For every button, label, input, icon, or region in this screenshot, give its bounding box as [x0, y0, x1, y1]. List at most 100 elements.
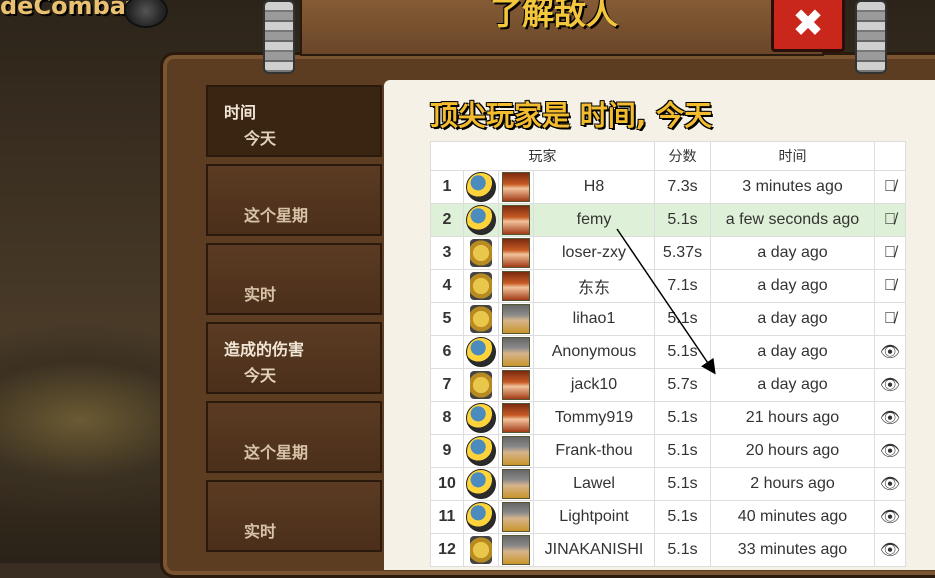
hero-red-avatar: [502, 238, 530, 268]
eye-icon[interactable]: 👁: [880, 410, 900, 427]
player-name[interactable]: loser-zxy: [533, 236, 655, 270]
close-button[interactable]: ✖: [771, 0, 845, 52]
hero-red-avatar: [502, 370, 530, 400]
time-cell: a few seconds ago: [710, 203, 875, 237]
sidebar-period-label: 实时: [244, 522, 277, 541]
javascript-icon: [470, 272, 492, 300]
column-header-score: 分数: [654, 141, 711, 171]
leaderboard-sidebar: 时间 今天 这个星期 实时 造成的伤害 今天 这个星期 实时: [206, 85, 382, 559]
rank-cell: 3: [430, 236, 464, 270]
hero-grey-avatar: [502, 304, 530, 334]
rank-cell: 5: [430, 302, 464, 336]
sidebar-item-damage-latest[interactable]: 实时: [206, 480, 382, 552]
score-cell: 5.1s: [654, 401, 711, 435]
rank-cell: 6: [430, 335, 464, 369]
sidebar-period-label: 今天: [244, 129, 277, 148]
player-name[interactable]: H8: [533, 170, 655, 204]
hero-red-avatar: [502, 403, 530, 433]
score-cell: 5.1s: [654, 500, 711, 534]
eye-slash-icon[interactable]: 👁̸: [884, 277, 896, 294]
hero-red-avatar: [502, 271, 530, 301]
score-cell: 5.1s: [654, 434, 711, 468]
table-row[interactable]: 1 H8 7.3s 3 minutes ago 👁̸: [430, 170, 906, 204]
score-cell: 5.1s: [654, 335, 711, 369]
player-name[interactable]: Anonymous: [533, 335, 655, 369]
table-row[interactable]: 8 Tommy919 5.1s 21 hours ago 👁: [430, 401, 906, 435]
leaderboard-table: 玩家 分数 时间 1 H8 7.3s 3 minutes ago 👁̸ 2 femy 5.1s…: [430, 141, 906, 567]
score-cell: 7.1s: [654, 269, 711, 303]
sidebar-item-time-week[interactable]: 这个星期: [206, 164, 382, 236]
sidebar-period-label: 实时: [244, 285, 277, 304]
eye-icon[interactable]: 👁: [880, 476, 900, 493]
table-row[interactable]: 6 Anonymous 5.1s a day ago 👁: [430, 335, 906, 369]
eye-icon[interactable]: 👁: [880, 443, 900, 460]
sidebar-period-label: 这个星期: [244, 443, 309, 462]
column-header-player: 玩家: [430, 141, 655, 171]
table-row[interactable]: 12 JINAKANISHI 5.1s 33 minutes ago 👁: [430, 533, 906, 567]
player-name[interactable]: Lightpoint: [533, 500, 655, 534]
chain-right-icon: [855, 0, 887, 74]
score-cell: 5.1s: [654, 203, 711, 237]
sidebar-category-label: 造成的伤害: [224, 340, 305, 359]
eye-icon[interactable]: 👁: [880, 509, 900, 526]
modal-title: 了解敌人: [490, 0, 619, 32]
player-name[interactable]: JINAKANISHI: [533, 533, 655, 567]
eye-slash-icon[interactable]: 👁̸: [884, 178, 896, 195]
score-cell: 5.1s: [654, 302, 711, 336]
javascript-icon: [470, 305, 492, 333]
hero-red-avatar: [502, 205, 530, 235]
time-cell: 20 hours ago: [710, 434, 875, 468]
table-row[interactable]: 5 lihao1 5.1s a day ago 👁̸: [430, 302, 906, 336]
sidebar-period-label: 今天: [244, 366, 277, 385]
rank-cell: 4: [430, 269, 464, 303]
player-name[interactable]: jack10: [533, 368, 655, 402]
sidebar-item-damage-week[interactable]: 这个星期: [206, 401, 382, 473]
time-cell: 3 minutes ago: [710, 170, 875, 204]
player-name[interactable]: lihao1: [533, 302, 655, 336]
player-name[interactable]: femy: [533, 203, 655, 237]
eye-slash-icon[interactable]: 👁̸: [884, 244, 896, 261]
table-row[interactable]: 2 femy 5.1s a few seconds ago 👁̸: [430, 203, 906, 237]
player-name[interactable]: 东东: [533, 269, 655, 303]
javascript-icon: [470, 239, 492, 267]
rank-cell: 10: [430, 467, 464, 501]
player-name[interactable]: Lawel: [533, 467, 655, 501]
player-name[interactable]: Tommy919: [533, 401, 655, 435]
sidebar-item-damage-today[interactable]: 造成的伤害 今天: [206, 322, 382, 394]
eye-icon[interactable]: 👁: [880, 542, 900, 559]
table-row[interactable]: 11 Lightpoint 5.1s 40 minutes ago 👁: [430, 500, 906, 534]
table-row[interactable]: 3 loser-zxy 5.37s a day ago 👁̸: [430, 236, 906, 270]
javascript-icon: [470, 371, 492, 399]
sidebar-item-time-latest[interactable]: 实时: [206, 243, 382, 315]
python-icon: [466, 469, 496, 499]
table-row[interactable]: 7 jack10 5.7s a day ago 👁: [430, 368, 906, 402]
eye-icon[interactable]: 👁: [880, 344, 900, 361]
score-cell: 5.1s: [654, 467, 711, 501]
javascript-icon: [470, 536, 492, 564]
table-row[interactable]: 10 Lawel 5.1s 2 hours ago 👁: [430, 467, 906, 501]
player-name[interactable]: Frank-thou: [533, 434, 655, 468]
table-header-row: 玩家 分数 时间: [430, 141, 906, 171]
sidebar-item-time-today[interactable]: 时间 今天: [206, 85, 382, 157]
score-cell: 7.3s: [654, 170, 711, 204]
top-bar: deCombat: [0, 0, 300, 28]
eye-slash-icon[interactable]: 👁̸: [884, 310, 896, 327]
time-cell: a day ago: [710, 236, 875, 270]
python-icon: [466, 403, 496, 433]
python-icon: [466, 502, 496, 532]
sidebar-category-label: 时间: [224, 103, 257, 122]
leaderboard-rows: 1 H8 7.3s 3 minutes ago 👁̸ 2 femy 5.1s a few sec…: [430, 170, 906, 567]
time-cell: 2 hours ago: [710, 467, 875, 501]
python-icon: [466, 436, 496, 466]
time-cell: a day ago: [710, 335, 875, 369]
leaderboard-heading: 顶尖玩家是 时间, 今天: [430, 99, 713, 132]
table-row[interactable]: 9 Frank-thou 5.1s 20 hours ago 👁: [430, 434, 906, 468]
rank-cell: 1: [430, 170, 464, 204]
eye-slash-icon[interactable]: 👁̸: [884, 211, 896, 228]
time-cell: a day ago: [710, 302, 875, 336]
table-row[interactable]: 4 东东 7.1s a day ago 👁̸: [430, 269, 906, 303]
rank-cell: 7: [430, 368, 464, 402]
python-icon: [466, 337, 496, 367]
eye-icon[interactable]: 👁: [880, 377, 900, 394]
time-cell: 33 minutes ago: [710, 533, 875, 567]
